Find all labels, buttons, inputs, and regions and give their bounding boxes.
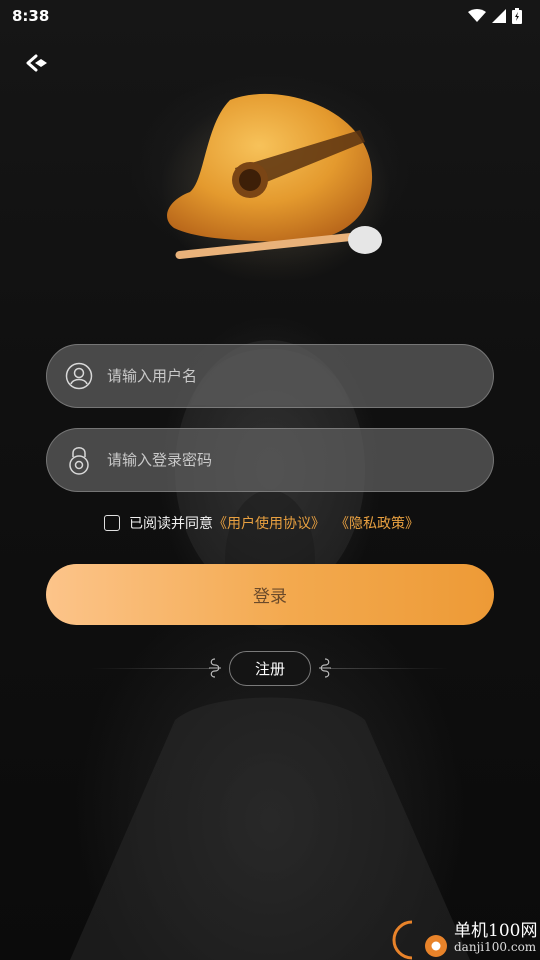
- wooden-fish-logo: [160, 93, 390, 280]
- watermark: 单机100网 danji100.com: [390, 916, 540, 960]
- login-button[interactable]: 登录: [46, 564, 494, 625]
- password-input[interactable]: [107, 451, 467, 469]
- lock-icon: [65, 445, 93, 475]
- privacy-policy-link[interactable]: 《隐私政策》: [335, 513, 419, 533]
- agreement-checkbox[interactable]: [104, 515, 120, 531]
- agreement-prefix: 已阅读并同意: [129, 516, 213, 532]
- divider-right: [330, 668, 450, 669]
- battery-icon: [512, 8, 522, 24]
- status-icons: [468, 8, 522, 24]
- wifi-icon: [468, 9, 486, 22]
- cloud-ornament-left-icon: [209, 658, 221, 678]
- user-icon: [65, 361, 93, 391]
- back-button[interactable]: [22, 50, 52, 76]
- username-input[interactable]: [107, 367, 467, 385]
- signal-icon: [492, 9, 506, 23]
- back-arrow-icon: [26, 54, 47, 72]
- agreement-row: 已阅读并同意 《用户使用协议》 《隐私政策》: [104, 512, 419, 534]
- status-time: 8:38: [12, 7, 50, 25]
- watermark-name: 单机100网: [454, 920, 538, 941]
- username-field[interactable]: [46, 344, 494, 408]
- password-field[interactable]: [46, 428, 494, 492]
- divider-left: [90, 668, 210, 669]
- user-agreement-link[interactable]: 《用户使用协议》: [213, 513, 325, 533]
- cloud-ornament-right-icon: [319, 658, 331, 678]
- watermark-url: danji100.com: [454, 939, 537, 954]
- watermark-logo-icon: [392, 920, 447, 960]
- status-bar: 8:38: [0, 0, 540, 32]
- register-button[interactable]: 注册: [229, 651, 311, 686]
